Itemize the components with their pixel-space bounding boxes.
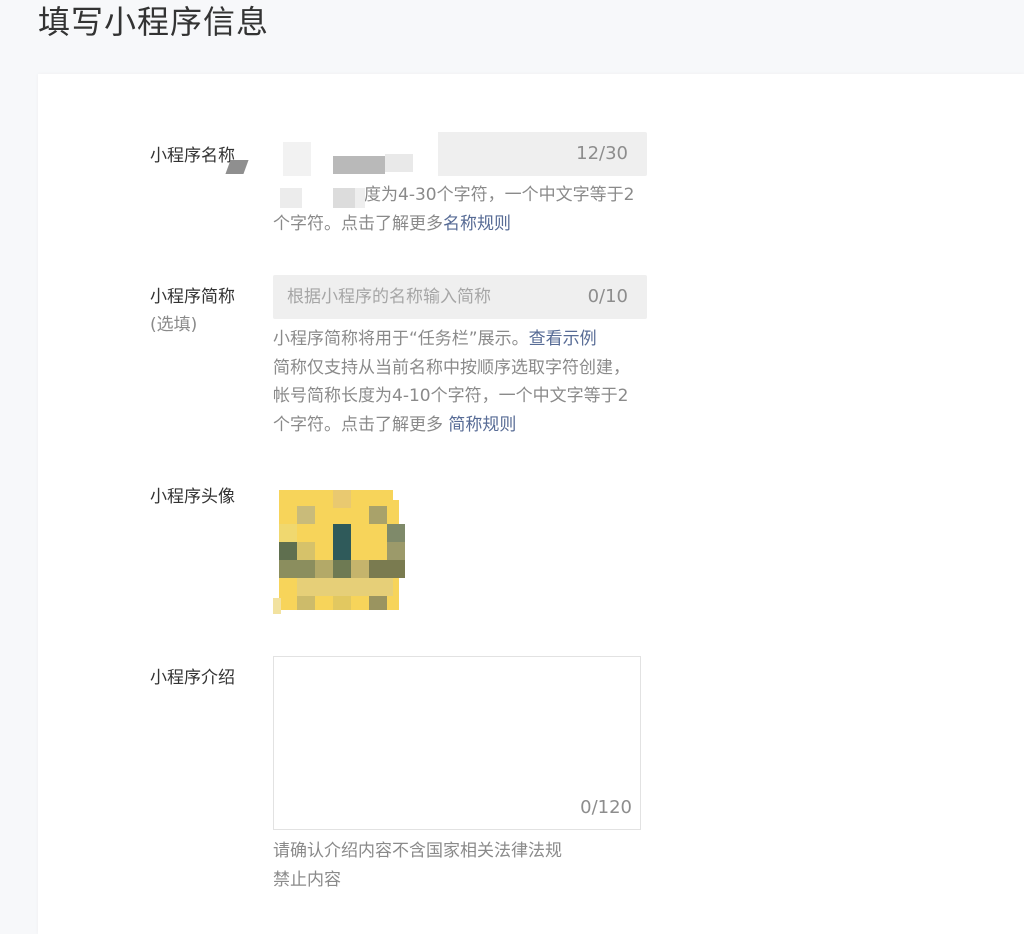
name-counter: 12/30 (576, 143, 628, 164)
short-name-counter: 0/10 (587, 286, 628, 307)
mosaic-redaction (283, 142, 311, 176)
name-help-line1: 度为4-30个字符，一个中文字等于2 (364, 185, 635, 205)
intro-counter: 0/120 (580, 797, 632, 818)
view-example-link[interactable]: 查看示例 (529, 329, 597, 349)
page-title: 填写小程序信息 (38, 3, 270, 41)
intro-textarea[interactable]: 0/120 (273, 656, 641, 830)
short-name-placeholder: 根据小程序的名称输入简称 (287, 287, 491, 307)
mosaic-redaction (280, 188, 302, 208)
mosaic-redaction (333, 156, 385, 174)
intro-help-line2: 禁止内容 (273, 869, 341, 890)
name-input[interactable]: 12/30 (273, 132, 647, 176)
avatar-image[interactable] (273, 488, 405, 614)
mosaic-redaction (385, 154, 413, 172)
name-label: 小程序名称 (150, 146, 235, 166)
avatar-label: 小程序头像 (150, 487, 235, 507)
short-name-help-line3: 帐号简称长度为4-10个字符，一个中文字等于2 (273, 386, 629, 406)
intro-help: 请确认介绍内容不含国家相关法律法规 禁止内容 (273, 837, 653, 894)
short-name-help-line1: 小程序简称将用于“任务栏”展示。 (273, 329, 529, 349)
intro-label: 小程序介绍 (150, 668, 235, 688)
name-help-line2: 个字符。点击了解更多 (273, 213, 443, 234)
name-help: 度为4-30个字符，一个中文字等于2 个字符。点击了解更多名称规则 (273, 181, 653, 238)
avatar-mosaic (273, 488, 405, 614)
intro-help-line1: 请确认介绍内容不含国家相关法律法规 (273, 841, 562, 861)
short-name-rules-link[interactable]: 简称规则 (448, 415, 516, 435)
short-name-help: 小程序简称将用于“任务栏”展示。查看示例 简称仅支持从当前名称中按顺序选取字符创… (273, 325, 653, 439)
short-name-help-line2: 简称仅支持从当前名称中按顺序选取字符创建， (273, 357, 630, 378)
name-rules-link[interactable]: 名称规则 (443, 214, 511, 234)
short-name-label: 小程序简称 (150, 287, 235, 307)
short-name-input[interactable]: 根据小程序的名称输入简称 0/10 (273, 275, 647, 319)
optional-label: (选填) (150, 315, 198, 335)
mosaic-redaction (333, 188, 355, 208)
mosaic-redaction (355, 188, 365, 208)
short-name-help-line4: 个字符。点击了解更多 (273, 414, 449, 435)
